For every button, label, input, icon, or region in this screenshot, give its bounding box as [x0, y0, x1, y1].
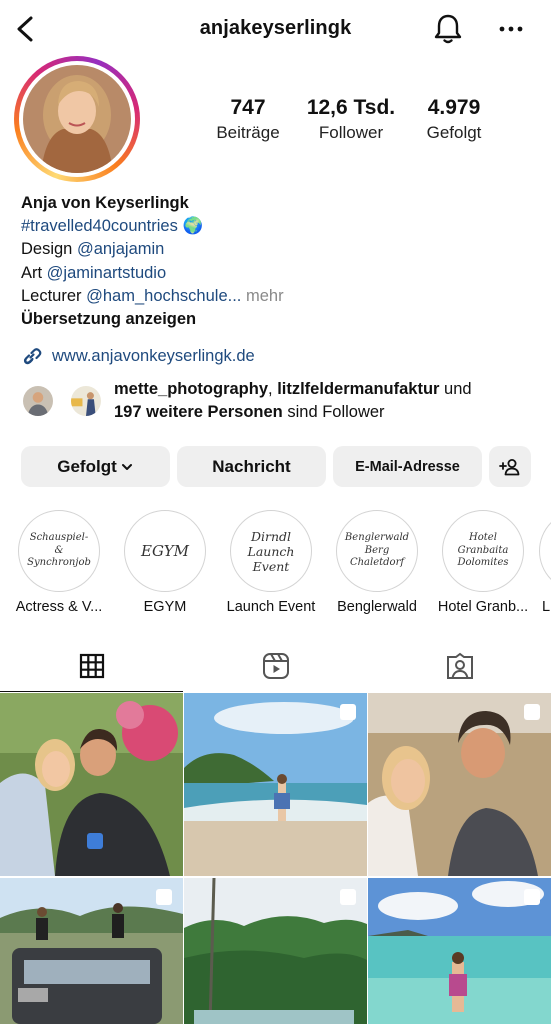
stat-posts-value: 747: [230, 96, 266, 119]
more-link[interactable]: mehr: [241, 287, 284, 305]
highlight-label: Actress & V...: [15, 599, 103, 615]
email-button[interactable]: E-Mail-Adresse: [333, 446, 482, 487]
highlight-label: L: [542, 599, 551, 615]
highlight-cover: Benglerwald Berg Chaletdorf: [336, 510, 418, 592]
post-thumbnail[interactable]: [184, 693, 367, 876]
profile-username: anjakeyserlingk: [199, 17, 352, 39]
tab-posts[interactable]: [0, 640, 183, 692]
top-bar: anjakeyserlingk: [0, 0, 551, 58]
website-link[interactable]: www.anjavonkeyserlingk.de: [21, 343, 255, 369]
mention-link[interactable]: @anjajamin: [77, 240, 164, 258]
stat-posts-label: Beiträge: [216, 123, 280, 142]
suggest-users-button[interactable]: [489, 446, 531, 487]
follower-name[interactable]: mette_photography: [114, 380, 268, 398]
bio-design-label: Design: [21, 240, 77, 259]
multiple-posts-icon: [524, 889, 540, 905]
bio-line-design: Design @anjajamin: [21, 238, 541, 261]
highlight-cover: Schauspiel- & Synchronjob: [18, 510, 100, 592]
highlight-cover-text: Benglerwald Berg Chaletdorf: [339, 513, 415, 589]
post-thumbnail[interactable]: [0, 693, 183, 876]
grid-icon: [79, 653, 104, 679]
tagged-icon: [446, 652, 473, 679]
post-thumbnail[interactable]: [368, 693, 551, 876]
follower-avatar: [21, 384, 55, 418]
more-icon[interactable]: [496, 16, 526, 42]
highlight-cover: EGYM: [124, 510, 206, 592]
bio-line-lecturer: Lecturer @ham_hochschule... mehr: [21, 285, 541, 308]
stat-following-label: Gefolgt: [426, 123, 482, 142]
highlight-cover-text: Schauspiel- & Synchronjob: [21, 513, 97, 589]
stat-following[interactable]: 4.979 Gefolgt: [399, 96, 509, 143]
multiple-posts-icon: [156, 889, 172, 905]
highlight-label: Launch Event: [226, 599, 316, 615]
highlight-cover-text: Dirndl Launch Event: [233, 513, 309, 589]
highlight-cover: Dirndl Launch Event: [230, 510, 312, 592]
post-thumbnail[interactable]: [184, 878, 367, 1024]
website-url: www.anjavonkeyserlingk.de: [52, 346, 255, 365]
highlight[interactable]: Benglerwald Berg Chaletdorf Benglerwald: [327, 510, 427, 615]
tab-reels[interactable]: [184, 640, 367, 692]
bell-icon[interactable]: [432, 12, 464, 46]
chevron-down-icon: [121, 463, 132, 470]
highlight-cover: [539, 510, 551, 592]
followed-suffix: sind Follower: [282, 403, 385, 421]
highlight[interactable]: Dirndl Launch Event Launch Event: [221, 510, 321, 615]
stat-posts[interactable]: 747 Beiträge: [193, 96, 303, 143]
translate-link[interactable]: Übersetzung anzeigen: [21, 308, 541, 331]
highlight-cover-text: Hotel Granbaita Dolomites: [445, 513, 521, 589]
post-grid: [0, 693, 551, 1024]
profile-tabs: [0, 640, 551, 692]
stat-followers[interactable]: 12,6 Tsd. Follower: [296, 96, 406, 143]
bio-line-hashtag: #travelled40countries 🌍: [21, 215, 541, 238]
profile-name: Anja von Keyserlingk: [21, 194, 189, 212]
link-icon: [23, 348, 42, 365]
highlight[interactable]: Hotel Granbaita Dolomites Hotel Granb...: [433, 510, 533, 615]
bio-lecturer-label: Lecturer: [21, 286, 87, 305]
post-thumbnail[interactable]: [0, 878, 183, 1024]
following-label: Gefolgt: [57, 456, 117, 476]
follower-name[interactable]: litzlfeldermanufaktur: [277, 380, 439, 398]
bio-line-art: Art @jaminartstudio: [21, 262, 541, 285]
reels-icon: [262, 653, 289, 679]
and-text: und: [439, 380, 472, 398]
highlight-cover: Hotel Granbaita Dolomites: [442, 510, 524, 592]
follower-avatar: [69, 384, 103, 418]
multiple-posts-icon: [524, 704, 540, 720]
highlight[interactable]: EGYM EGYM: [115, 510, 215, 615]
multiple-posts-icon: [340, 889, 356, 905]
stat-followers-value: 12,6 Tsd.: [306, 96, 396, 119]
highlight[interactable]: L: [539, 510, 551, 615]
stat-following-value: 4.979: [427, 96, 481, 119]
highlight[interactable]: Schauspiel- & Synchronjob Actress & V...: [9, 510, 109, 615]
highlight-label: EGYM: [143, 599, 187, 615]
multiple-posts-icon: [340, 704, 356, 720]
stat-followers-label: Follower: [318, 123, 384, 142]
post-thumbnail[interactable]: [368, 878, 551, 1024]
highlight-label: Hotel Granb...: [437, 599, 529, 615]
hashtag-link[interactable]: #travelled40countries: [21, 217, 178, 235]
bio: Anja von Keyserlingk #travelled40countri…: [21, 192, 541, 331]
highlight-cover-text: EGYM: [127, 513, 203, 589]
globe-emoji: 🌍: [182, 217, 203, 236]
bio-art-label: Art: [21, 263, 47, 282]
mention-link[interactable]: @jaminartstudio: [47, 264, 166, 282]
others-count[interactable]: 197 weitere Personen: [114, 403, 283, 421]
avatar: [23, 65, 131, 173]
message-button[interactable]: Nachricht: [177, 446, 326, 487]
mention-link[interactable]: @ham_hochschule...: [86, 287, 241, 305]
highlight-label: Benglerwald: [337, 599, 417, 615]
story-ring[interactable]: [14, 56, 140, 182]
add-person-icon: [499, 458, 520, 475]
tab-tagged[interactable]: [368, 640, 551, 692]
followed-by-text: mette_photography, litzlfeldermanufaktur…: [114, 378, 539, 424]
separator: ,: [268, 380, 278, 398]
following-button[interactable]: Gefolgt: [21, 446, 170, 487]
